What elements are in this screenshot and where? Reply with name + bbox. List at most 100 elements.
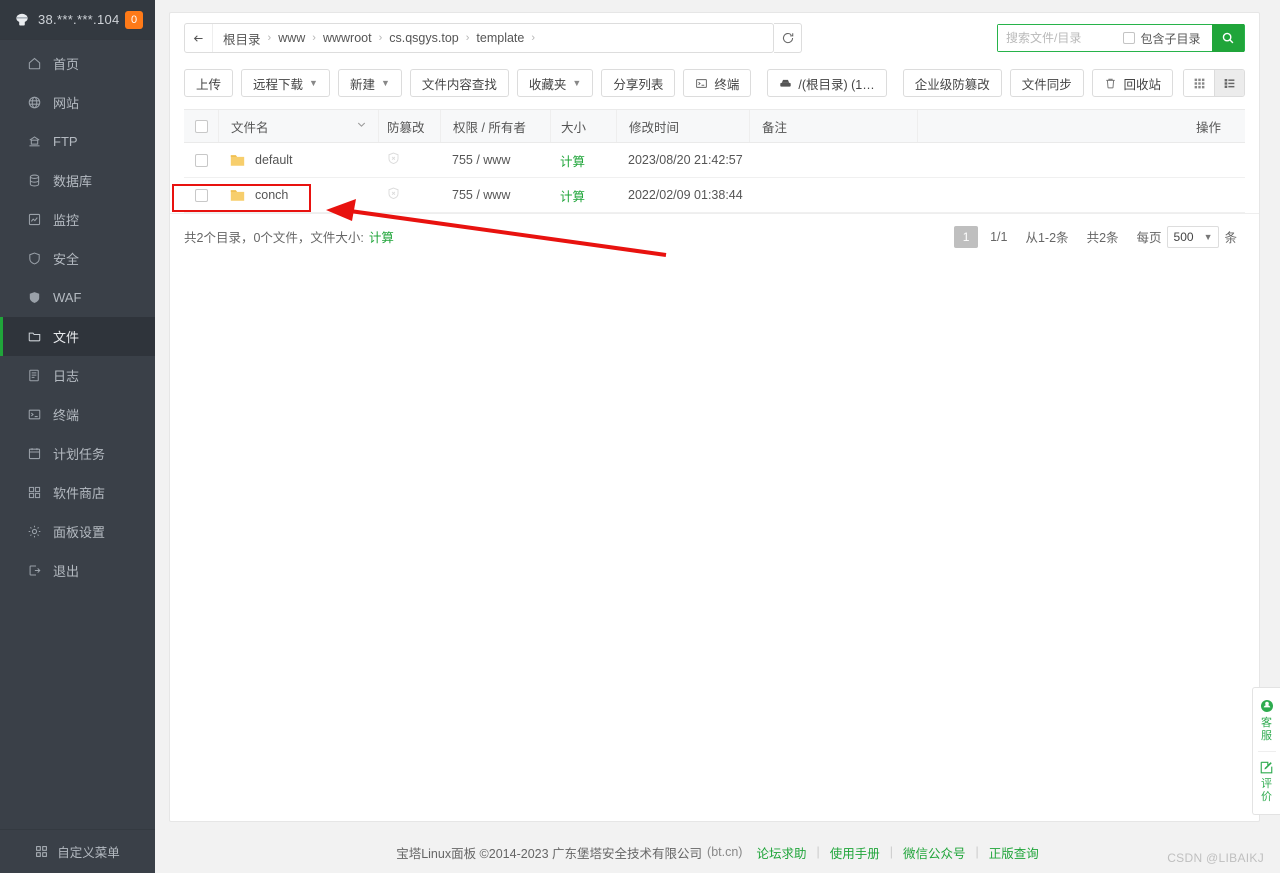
sidebar-item-logs[interactable]: 日志 xyxy=(0,356,155,395)
disk-icon xyxy=(779,77,792,90)
breadcrumb-item-root[interactable]: 根目录 xyxy=(223,29,261,48)
row-perm-owner[interactable]: 755 / www xyxy=(440,178,550,212)
share-list-button[interactable]: 分享列表 xyxy=(601,69,675,97)
col-perm-owner: 权限 / 所有者 xyxy=(440,110,550,142)
notification-badge[interactable]: 0 xyxy=(125,11,143,29)
sidebar-item-settings[interactable]: 面板设置 xyxy=(0,512,155,551)
footer-link-license[interactable]: 正版查询 xyxy=(989,843,1039,862)
sidebar-item-logout[interactable]: 退出 xyxy=(0,551,155,590)
sidebar-item-label: 面板设置 xyxy=(53,522,105,541)
watermark: CSDN @LIBAIKJ xyxy=(1167,851,1264,865)
content-search-button[interactable]: 文件内容查找 xyxy=(410,69,509,97)
row-size-cell[interactable]: 计算 xyxy=(550,178,616,212)
panel-footer: 共2个目录，0个文件，文件大小: 计算 1 1/1 从1-2条 共2条 每页 5… xyxy=(170,213,1259,259)
sidebar-item-monitor[interactable]: 监控 xyxy=(0,200,155,239)
per-page-select[interactable]: 500 ▼ xyxy=(1167,226,1220,248)
row-operations[interactable] xyxy=(917,143,1245,177)
sidebar-item-home[interactable]: 首页 xyxy=(0,44,155,83)
sidebar-item-label: 文件 xyxy=(53,327,79,346)
chevron-down-icon[interactable] xyxy=(355,118,368,134)
row-operations[interactable] xyxy=(917,178,1245,212)
recycle-bin-label: 回收站 xyxy=(1123,74,1161,93)
page-current[interactable]: 1 xyxy=(954,226,978,248)
refresh-icon[interactable] xyxy=(774,23,802,53)
file-sync-button[interactable]: 文件同步 xyxy=(1010,69,1084,97)
sidebar-item-website[interactable]: 网站 xyxy=(0,83,155,122)
new-button[interactable]: 新建 ▼ xyxy=(338,69,402,97)
summary-calc-link[interactable]: 计算 xyxy=(369,227,394,246)
row-filename-cell[interactable]: default xyxy=(218,143,378,177)
remote-download-button[interactable]: 远程下载 ▼ xyxy=(241,69,330,97)
shield-x-icon[interactable] xyxy=(386,151,401,169)
search-box[interactable]: 包含子目录 xyxy=(997,24,1245,52)
select-all-checkbox[interactable] xyxy=(195,120,208,133)
checkbox-box[interactable] xyxy=(1123,32,1135,44)
row-checkbox[interactable] xyxy=(195,189,208,202)
breadcrumb-separator: › xyxy=(466,32,470,44)
select-all-cell[interactable] xyxy=(184,120,218,133)
breadcrumb-item-template[interactable]: template xyxy=(476,31,524,45)
col-mtime: 修改时间 xyxy=(616,110,749,142)
globe-icon xyxy=(26,95,42,111)
sidebar-item-database[interactable]: 数据库 xyxy=(0,161,155,200)
col-mtime-label: 修改时间 xyxy=(629,117,679,136)
table-row[interactable]: conch 755 / www 计算 2022/02/09 01:38:44 xyxy=(184,178,1245,213)
sidebar-item-cron[interactable]: 计划任务 xyxy=(0,434,155,473)
row-size-cell[interactable]: 计算 xyxy=(550,143,616,177)
sidebar-item-terminal[interactable]: 终端 xyxy=(0,395,155,434)
row-perm-owner[interactable]: 755 / www xyxy=(440,143,550,177)
enterprise-tamper-button[interactable]: 企业级防篡改 xyxy=(903,69,1002,97)
row-filename[interactable]: default xyxy=(255,153,293,167)
favorites-button[interactable]: 收藏夹 ▼ xyxy=(517,69,593,97)
row-note[interactable] xyxy=(749,178,917,212)
row-filename-cell[interactable]: conch xyxy=(218,178,378,212)
row-tamper-cell[interactable] xyxy=(378,143,440,177)
grid-view-icon[interactable] xyxy=(1184,70,1214,96)
search-input[interactable] xyxy=(998,25,1118,51)
disk-root-button[interactable]: /(根目录) (1… xyxy=(767,69,886,97)
support-button[interactable]: 客服 xyxy=(1259,695,1275,746)
row-filename[interactable]: conch xyxy=(255,188,288,202)
shield-x-icon[interactable] xyxy=(386,186,401,204)
recycle-bin-button[interactable]: 回收站 xyxy=(1092,69,1173,97)
breadcrumb-item-www[interactable]: www xyxy=(278,31,305,45)
sidebar-item-waf[interactable]: WAF xyxy=(0,278,155,317)
sidebar-item-label: 首页 xyxy=(53,54,79,73)
path-input-wrap[interactable]: 根目录 › www › wwwroot › cs.qsgys.top › tem… xyxy=(184,23,774,53)
breadcrumb-separator: › xyxy=(312,32,316,44)
footer-link-wechat[interactable]: 微信公众号 xyxy=(903,843,966,862)
row-note[interactable] xyxy=(749,143,917,177)
table-row[interactable]: default 755 / www 计算 2023/08/20 21:42:57 xyxy=(184,143,1245,178)
row-checkbox[interactable] xyxy=(195,154,208,167)
row-size-calc-link[interactable]: 计算 xyxy=(560,151,585,170)
footer-link-manual[interactable]: 使用手册 xyxy=(830,843,880,862)
sidebar-item-files[interactable]: 文件 xyxy=(0,317,155,356)
breadcrumb-item-site[interactable]: cs.qsgys.top xyxy=(389,31,458,45)
breadcrumb-item-wwwroot[interactable]: wwwroot xyxy=(323,31,372,45)
include-subdir-checkbox[interactable]: 包含子目录 xyxy=(1123,30,1206,47)
arrow-left-icon[interactable] xyxy=(185,24,213,52)
headset-icon xyxy=(1259,698,1275,717)
pencil-square-icon xyxy=(1259,760,1274,778)
col-operations-label: 操作 xyxy=(1196,117,1221,136)
sidebar-item-security[interactable]: 安全 xyxy=(0,239,155,278)
sidebar-item-label: 软件商店 xyxy=(53,483,105,502)
sidebar-item-appstore[interactable]: 软件商店 xyxy=(0,473,155,512)
terminal-button[interactable]: 终端 xyxy=(683,69,751,97)
sidebar-custom-menu[interactable]: 自定义菜单 xyxy=(0,829,155,873)
row-size-calc-link[interactable]: 计算 xyxy=(560,186,585,205)
search-icon[interactable] xyxy=(1212,24,1244,52)
sidebar-menu: 首页 网站 FTP 数据库 监控 安全 xyxy=(0,40,155,590)
row-select-cell[interactable] xyxy=(184,154,218,167)
upload-button[interactable]: 上传 xyxy=(184,69,233,97)
sidebar-item-ftp[interactable]: FTP xyxy=(0,122,155,161)
row-tamper-cell[interactable] xyxy=(378,178,440,212)
footer-domain: (bt.cn) xyxy=(707,845,742,859)
footer-link-forum[interactable]: 论坛求助 xyxy=(756,843,806,862)
folder-icon xyxy=(230,189,245,202)
rate-button[interactable]: 评价 xyxy=(1259,757,1274,807)
row-select-cell[interactable] xyxy=(184,189,218,202)
col-filename[interactable]: 文件名 xyxy=(218,110,378,142)
trash-icon xyxy=(1104,77,1117,90)
list-view-icon[interactable] xyxy=(1214,70,1244,96)
